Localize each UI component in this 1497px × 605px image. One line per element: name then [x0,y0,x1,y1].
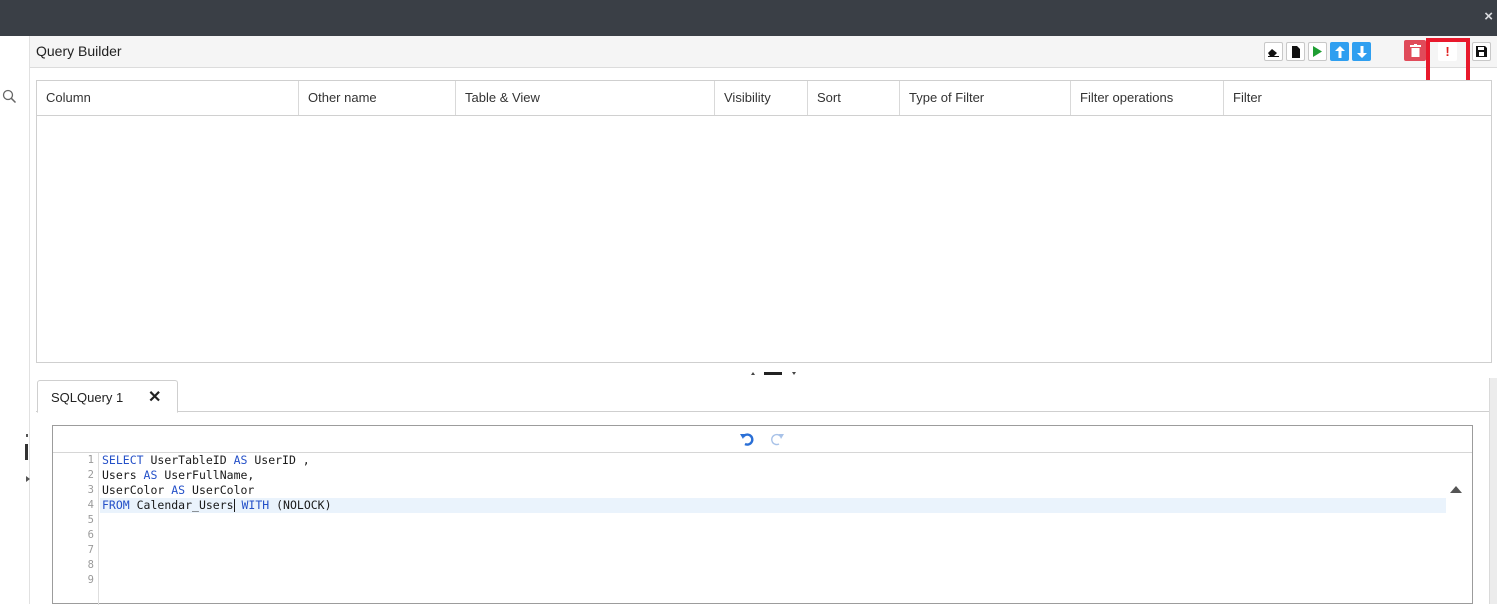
editor-toolbar [53,426,1472,453]
line-number: 7 [87,544,94,556]
arrow-down-icon[interactable] [1352,42,1371,61]
tab-close-icon[interactable]: ✕ [148,387,161,407]
code-area[interactable]: 1 2 3 4 5 6 7 8 9 SELECT UserTableID AS … [53,453,1472,605]
close-icon[interactable]: × [1484,7,1493,27]
header-filter[interactable]: Filter [1224,81,1490,115]
new-document-icon[interactable] [1286,42,1305,61]
undo-icon[interactable] [739,431,755,447]
code-line-4: FROM Calendar_Users WITH (NOLOCK) [100,498,1446,513]
trash-icon[interactable] [1404,40,1426,61]
search-icon[interactable] [1,88,19,106]
scroll-up-arrow-icon[interactable] [1450,486,1462,493]
line-number: 3 [87,484,94,496]
header-column[interactable]: Column [37,81,299,115]
line-number: 5 [87,514,94,526]
code-text: Calendar_Users [129,498,234,512]
sql-keyword: AS [233,453,248,467]
line-number: 8 [87,559,94,571]
code-line-1: SELECT UserTableID AS UserID , [102,453,310,468]
window-title-bar: × [0,0,1497,36]
splitter-dot [26,434,28,437]
line-number: 6 [87,529,94,541]
code-text: (NOLOCK) [269,498,332,512]
save-icon[interactable] [1472,42,1491,61]
sql-keyword: SELECT [102,453,144,467]
line-number: 9 [87,574,94,586]
sql-keyword: AS [171,483,186,497]
left-side-panel [0,36,30,604]
right-scrollbar[interactable] [1489,378,1497,604]
expand-arrow-icon[interactable] [26,476,30,482]
code-text: UserID , [247,453,310,467]
code-text: UserColor [102,483,172,497]
line-number: 4 [87,499,94,511]
collapse-up-icon[interactable] [751,372,755,375]
header-filter-operations[interactable]: Filter operations [1071,81,1224,115]
code-line-2: Users AS UserFullName, [102,468,254,483]
splitter-grip[interactable] [764,372,782,375]
grid-header: Column Other name Table & View Visibilit… [37,81,1491,116]
header-type-of-filter[interactable]: Type of Filter [900,81,1071,115]
sql-keyword: AS [143,468,158,482]
sql-keyword: WITH [241,498,270,512]
eraser-icon[interactable] [1264,42,1283,61]
vertical-splitter-handle[interactable] [25,444,28,460]
sql-editor[interactable]: 1 2 3 4 5 6 7 8 9 SELECT UserTableID AS … [52,425,1473,605]
code-text: UserFullName, [157,468,255,482]
exclamation-icon[interactable]: ! [1438,42,1457,61]
code-text: UserColor [185,483,255,497]
sql-keyword: FROM [102,498,130,512]
horizontal-splitter-handle[interactable] [748,371,808,377]
code-text: Users [102,468,144,482]
header-sort[interactable]: Sort [808,81,900,115]
panel-title: Query Builder [36,43,122,59]
line-number-gutter: 1 2 3 4 5 6 7 8 9 [53,453,99,605]
redo-icon[interactable] [769,431,785,447]
query-tabs: SQLQuery 1 ✕ [36,378,1492,413]
line-number: 2 [87,469,94,481]
header-table-view[interactable]: Table & View [456,81,715,115]
line-number: 1 [87,454,94,466]
collapse-down-icon[interactable] [792,372,796,375]
text-cursor [233,499,235,512]
run-icon[interactable] [1308,42,1327,61]
query-columns-grid: Column Other name Table & View Visibilit… [36,80,1492,363]
code-line-3: UserColor AS UserColor [102,483,254,498]
tab-sqlquery-1[interactable]: SQLQuery 1 ✕ [37,380,178,413]
header-visibility[interactable]: Visibility [715,81,808,115]
tab-label: SQLQuery 1 [51,390,124,405]
header-other-name[interactable]: Other name [299,81,456,115]
arrow-up-icon[interactable] [1330,42,1349,61]
code-text: UserTableID [143,453,234,467]
